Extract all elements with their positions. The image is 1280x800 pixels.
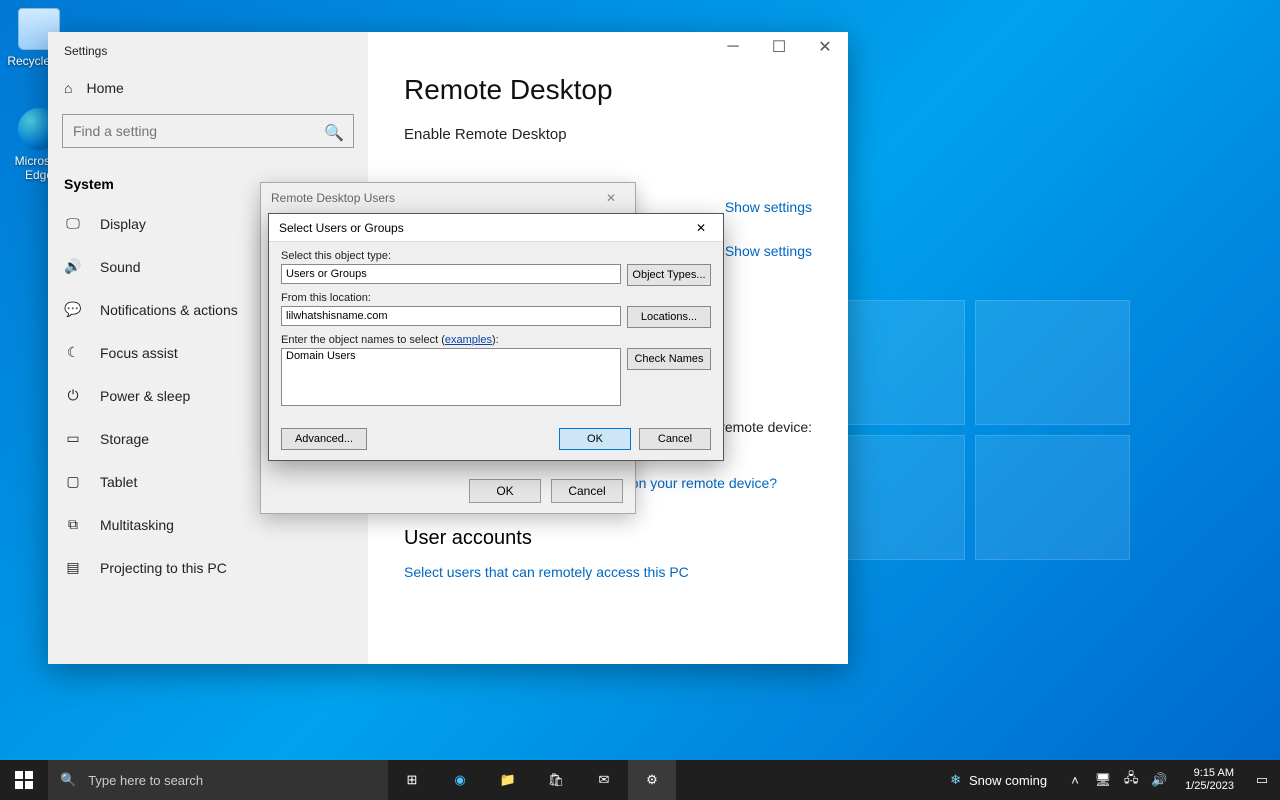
folder-icon: 📁 xyxy=(500,772,516,788)
examples-link[interactable]: examples xyxy=(445,334,492,346)
object-type-label: Select this object type: xyxy=(281,250,711,262)
focus-assist-icon: ☾ xyxy=(64,344,82,361)
snow-icon: ❄ xyxy=(950,772,961,788)
taskbar-store[interactable]: 🛍 xyxy=(532,760,580,800)
select-users-groups-dialog: Select Users or Groups ✕ Select this obj… xyxy=(268,213,724,461)
sidebar-item-projecting[interactable]: ▤Projecting to this PC xyxy=(48,546,368,589)
settings-app-title: Settings xyxy=(48,32,368,62)
taskbar-settings[interactable]: ⚙ xyxy=(628,760,676,800)
show-settings-link-2[interactable]: Show settings xyxy=(725,243,812,259)
sug-ok-button[interactable]: OK xyxy=(559,428,631,450)
edge-icon: ◉ xyxy=(454,772,465,788)
advanced-button[interactable]: Advanced... xyxy=(281,428,367,450)
rdu-dialog-title: Remote Desktop Users xyxy=(271,191,395,205)
maximize-button[interactable]: ☐ xyxy=(756,32,802,62)
enable-remote-desktop-label: Enable Remote Desktop xyxy=(404,126,812,143)
mail-icon: ✉ xyxy=(599,772,610,788)
windows-icon xyxy=(15,771,33,789)
task-view-button[interactable]: ⊞ xyxy=(388,760,436,800)
gear-icon: ⚙ xyxy=(646,772,658,788)
tray-monitor-icon[interactable]: 🖥 xyxy=(1093,772,1113,788)
tray-volume-icon[interactable]: 🔊 xyxy=(1149,772,1169,788)
home-icon: ⌂ xyxy=(64,80,72,96)
locations-button[interactable]: Locations... xyxy=(627,306,711,328)
taskbar-edge[interactable]: ◉ xyxy=(436,760,484,800)
page-title: Remote Desktop xyxy=(404,74,812,106)
object-names-input[interactable] xyxy=(281,348,621,406)
rdu-cancel-button[interactable]: Cancel xyxy=(551,479,623,503)
object-type-field[interactable] xyxy=(281,264,621,284)
notifications-icon: 💬 xyxy=(64,301,82,318)
object-types-button[interactable]: Object Types... xyxy=(627,264,711,286)
search-icon: 🔍 xyxy=(60,772,76,788)
location-label: From this location: xyxy=(281,292,711,304)
location-field[interactable] xyxy=(281,306,621,326)
display-icon: 🖵 xyxy=(64,215,82,232)
action-center-button[interactable]: ▭ xyxy=(1250,772,1274,788)
taskbar-search[interactable]: 🔍 Type here to search xyxy=(48,760,388,800)
settings-search-input[interactable] xyxy=(62,114,354,148)
power-icon: ⏻ xyxy=(64,387,82,404)
weather-widget[interactable]: ❄ Snow coming xyxy=(940,772,1057,788)
projecting-icon: ▤ xyxy=(64,559,82,576)
search-icon: 🔍 xyxy=(324,123,344,143)
tray-network-icon[interactable]: 🖧 xyxy=(1121,769,1141,791)
start-button[interactable] xyxy=(0,760,48,800)
close-button[interactable]: ✕ xyxy=(802,32,848,62)
minimize-button[interactable]: ─ xyxy=(710,32,756,62)
store-icon: 🛍 xyxy=(548,772,565,788)
user-accounts-heading: User accounts xyxy=(404,527,812,550)
storage-icon: ▭ xyxy=(64,430,82,447)
sug-dialog-title: Select Users or Groups xyxy=(279,221,404,235)
rdu-close-button[interactable]: ✕ xyxy=(591,186,631,210)
tray-chevron-up-icon[interactable]: ˄ xyxy=(1065,773,1085,788)
taskbar: 🔍 Type here to search ⊞ ◉ 📁 🛍 ✉ ⚙ ❄ Snow… xyxy=(0,760,1280,800)
sound-icon: 🔊 xyxy=(64,258,82,275)
taskbar-explorer[interactable]: 📁 xyxy=(484,760,532,800)
sug-cancel-button[interactable]: Cancel xyxy=(639,428,711,450)
show-settings-link-1[interactable]: Show settings xyxy=(725,199,812,215)
tablet-icon: ▢ xyxy=(64,473,82,490)
rdu-ok-button[interactable]: OK xyxy=(469,479,541,503)
windows-logo-wallpaper xyxy=(810,300,1130,560)
sug-close-button[interactable]: ✕ xyxy=(685,218,717,238)
taskbar-clock[interactable]: 9:15 AM 1/25/2023 xyxy=(1177,767,1242,793)
object-names-label: Enter the object names to select (exampl… xyxy=(281,334,711,346)
check-names-button[interactable]: Check Names xyxy=(627,348,711,370)
select-users-link[interactable]: Select users that can remotely access th… xyxy=(404,564,689,580)
multitasking-icon: ⧉ xyxy=(64,516,82,533)
sidebar-item-home[interactable]: ⌂ Home xyxy=(48,62,368,108)
taskbar-mail[interactable]: ✉ xyxy=(580,760,628,800)
